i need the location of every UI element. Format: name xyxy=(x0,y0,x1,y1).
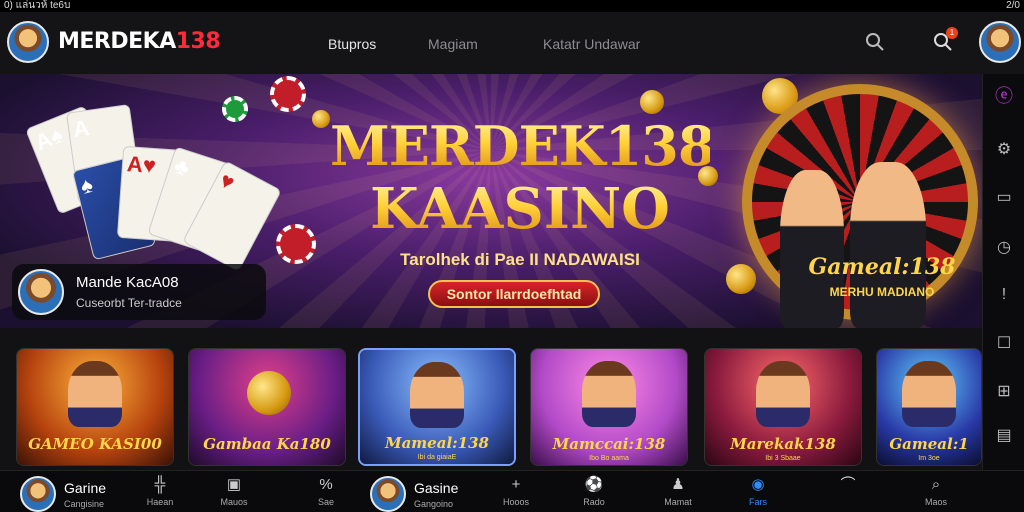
banner-right-subtitle: MERHU MADIANO xyxy=(829,285,935,299)
character-face xyxy=(68,361,122,427)
bottom-nav-label: Haean xyxy=(146,497,174,507)
chart-icon: ╬ xyxy=(154,476,166,493)
tag-icon: ⌒ xyxy=(840,476,856,493)
bottom-nav-label: Mamat xyxy=(664,497,692,507)
bottom-nav-mauos[interactable]: ▣ Mauos xyxy=(212,475,256,507)
brand-prefix: MERDEKA xyxy=(58,29,176,54)
bottom-nav-sae[interactable]: % Sae xyxy=(304,475,348,507)
game-title: Mamccai:138 xyxy=(552,435,666,453)
user-avatar[interactable] xyxy=(979,21,1021,63)
status-bar: 0) แล่นวห้ te6บ 2/0 xyxy=(0,0,1024,12)
chat-icon[interactable]: ▭ xyxy=(991,184,1017,210)
bottom-nav-label: Maos xyxy=(924,497,947,507)
character-face xyxy=(410,362,464,428)
bottom-nav-tag[interactable]: ⌒ xyxy=(826,475,870,497)
poker-chip xyxy=(222,96,248,122)
nav-item-promos[interactable]: Btupros xyxy=(328,36,376,52)
search-icon: ⌕ xyxy=(931,476,941,493)
nav-item-magiam[interactable]: Magiam xyxy=(428,36,478,52)
game-subtitle: Im 3oe xyxy=(918,455,940,462)
bottom-nav-label: Rado xyxy=(583,497,605,507)
bottom-nav-fars[interactable]: ◉ Fars xyxy=(736,475,780,507)
promo-title: Mande KacA08 xyxy=(76,274,179,291)
nav-item-katatr[interactable]: Katatr Undawar xyxy=(543,36,640,52)
banner-title-line1: MERDEK138 xyxy=(330,114,715,178)
soccer-icon: ⚽ xyxy=(584,476,604,493)
gamepad-icon[interactable]: ⚙ xyxy=(991,136,1017,162)
game-subtitle: Ibi 3 Sbaae xyxy=(765,455,801,462)
bottom-nav-haean[interactable]: ╬ Haean xyxy=(138,475,182,507)
right-sidebar: ⓔ ⚙ ▭ ◷ ! ☐ ⊞ ▤ xyxy=(982,74,1024,470)
banner-subtitle: Tarolhek di Pae II NADAWAISI xyxy=(400,250,640,269)
banner-title-line2: KAASINO xyxy=(330,176,710,242)
gold-coin xyxy=(726,264,756,294)
brand-e-icon[interactable]: ⓔ xyxy=(991,82,1017,108)
top-bar: MERDEKA138 Btupros Magiam Katatr Undawar… xyxy=(0,12,1024,74)
character-figure xyxy=(850,162,926,328)
bottom-nav-rado[interactable]: ⚽ Rado xyxy=(572,475,616,507)
poker-chip xyxy=(276,224,316,264)
profile-subtitle-2: Gangoino xyxy=(414,499,454,509)
game-grid: GAMEO KASI00 Gambaa Ka180 Mameal:138 Ibi… xyxy=(0,340,982,470)
character-figure xyxy=(780,170,844,328)
bottom-nav-bar: Garine Cangisine ╬ Haean ▣ Mauos % Sae G… xyxy=(0,470,1024,512)
game-subtitle: Ibo Bo aama xyxy=(589,455,629,462)
banner-cta-button[interactable]: Sontor Ilarrdoefhtad xyxy=(428,280,600,308)
bottom-nav-mamat[interactable]: ♟ Mamat xyxy=(656,475,700,507)
banner-right-title: Gameal:138 xyxy=(808,254,956,280)
profile-title: Garine xyxy=(64,480,107,496)
banner-title-block: MERDEK138 KAASINO Tarolhek di Pae II NAD… xyxy=(330,104,715,308)
sale-icon: % xyxy=(319,476,333,493)
notification-badge: 1 xyxy=(946,27,958,39)
game-tile-2[interactable]: Gambaa Ka180 xyxy=(188,348,346,466)
poker-chip xyxy=(270,76,306,112)
game-tile-3[interactable]: Mameal:138 Ibi da giaiaE xyxy=(358,348,516,466)
brand-logo[interactable]: MERDEKA138 xyxy=(58,29,221,54)
character-face xyxy=(902,361,956,427)
game-title: Gambaa Ka180 xyxy=(203,435,331,453)
promo-avatar xyxy=(18,269,64,315)
clock-icon[interactable]: ◷ xyxy=(991,234,1017,260)
profile-subtitle: Cangisine xyxy=(64,499,105,509)
bottom-nav-label: Sae xyxy=(317,497,334,507)
layers-icon[interactable]: ▤ xyxy=(991,422,1017,448)
exclamation-icon[interactable]: ! xyxy=(991,282,1017,308)
bottom-nav-maos[interactable]: ⌕ Maos xyxy=(914,475,958,507)
game-tile-5[interactable]: Marekak138 Ibi 3 Sbaae xyxy=(704,348,862,466)
bottom-nav-hooos[interactable]: + Hooos xyxy=(494,475,538,507)
game-subtitle: Ibi da giaiaE xyxy=(417,454,457,461)
game-tile-1[interactable]: GAMEO KASI00 xyxy=(16,348,174,466)
profile-avatar[interactable] xyxy=(20,476,56,512)
profile-title-2: Gasine xyxy=(414,480,459,496)
gold-coin xyxy=(312,110,330,128)
game-title: Marekak138 xyxy=(730,435,836,453)
game-title: Mameal:138 xyxy=(384,434,489,452)
game-title: Gameal:1 xyxy=(889,435,969,453)
square-icon: ▣ xyxy=(226,476,242,493)
promo-card[interactable]: Mande KacA08 Cuseorbt Ter-tradce xyxy=(12,264,266,320)
promo-subtitle: Cuseorbt Ter-tradce xyxy=(76,296,182,310)
status-left-text: 0) แล่นวห้ te6บ xyxy=(4,0,71,11)
character-face xyxy=(756,361,810,427)
person-icon: ♟ xyxy=(671,476,685,493)
circle-icon: ◉ xyxy=(751,476,765,493)
hero-banner[interactable]: A♠ A ♠ A♥ ♣ ♥ MERDEK138 KAASINO Tarolhek… xyxy=(0,74,982,328)
bottom-nav-label: Mauos xyxy=(220,497,248,507)
logo-avatar[interactable] xyxy=(7,21,49,63)
game-tile-4[interactable]: Mamccai:138 Ibo Bo aama xyxy=(530,348,688,466)
gold-coin xyxy=(247,371,291,415)
brand-suffix: 138 xyxy=(175,29,221,54)
character-face xyxy=(582,361,636,427)
square-icon[interactable]: ☐ xyxy=(991,330,1017,356)
game-tile-6[interactable]: Gameal:1 Im 3oe xyxy=(876,348,982,466)
plus-icon: + xyxy=(511,476,521,493)
bottom-nav-label: Fars xyxy=(749,497,767,507)
search-icon[interactable] xyxy=(862,29,888,55)
status-right-text: 2/0 xyxy=(1006,0,1020,11)
game-title: GAMEO KASI00 xyxy=(28,435,162,453)
bottom-nav-label: Hooos xyxy=(502,497,529,507)
grid-icon[interactable]: ⊞ xyxy=(991,378,1017,404)
profile-avatar-2[interactable] xyxy=(370,476,406,512)
search-notification-button[interactable]: 1 xyxy=(930,27,958,55)
